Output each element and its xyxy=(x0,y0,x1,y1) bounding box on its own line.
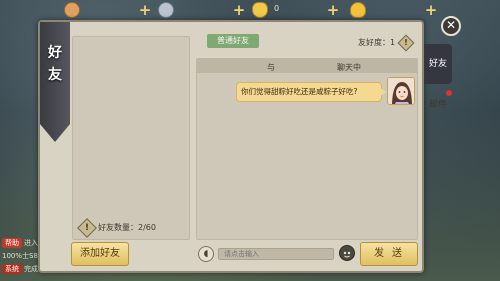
currency-copper: + xyxy=(64,2,154,18)
chat-line-3: 完成 xyxy=(24,265,38,273)
gold-amount: 0 xyxy=(274,4,280,13)
emoji-icon xyxy=(343,251,351,258)
friend-count-text: 好友数量：2/60 xyxy=(98,222,156,233)
chat-channel-help: 帮助 xyxy=(2,238,22,248)
chat-status-label: 聊天中 xyxy=(337,63,361,72)
send-button[interactable]: 发送 xyxy=(360,242,418,266)
currency-gold: 0 + xyxy=(252,2,342,18)
close-button[interactable]: ✕ xyxy=(441,16,461,36)
currency-bar: + + 0 + + xyxy=(60,0,500,22)
friends-panel: 好友 ! 好友数量：2/60 添加好友 普通好友 友好度：1 ! 与 聊天中 你… xyxy=(38,20,424,273)
message-bubble: 你们觉得甜粽好吃还是咸粽子好吃? xyxy=(236,82,382,102)
yuanbao-icon xyxy=(350,2,366,18)
chat-partner-name xyxy=(283,62,327,70)
favor-text: 友好度：1 xyxy=(358,37,395,48)
left-hud: 帮助 进入 100%士S8/B 系统 完成 xyxy=(0,30,45,281)
gold-ingot-icon xyxy=(252,2,268,18)
friend-count-label: 好友数量： xyxy=(98,223,138,232)
add-copper-button[interactable]: + xyxy=(138,2,152,18)
bubble-tail xyxy=(380,88,386,96)
currency-yuanbao: + xyxy=(350,2,440,18)
chat-channel-system: 系统 xyxy=(2,264,22,274)
mail-notification-dot xyxy=(446,90,452,96)
copper-coin-icon xyxy=(64,2,80,18)
silver-coin-icon xyxy=(158,2,174,18)
add-silver-button[interactable]: + xyxy=(232,2,246,18)
friend-list[interactable] xyxy=(72,36,190,240)
emoji-button[interactable] xyxy=(339,245,355,261)
add-yuanbao-button[interactable]: + xyxy=(424,2,438,18)
add-friend-button[interactable]: 添加好友 xyxy=(71,242,129,266)
chat-with-label: 与 xyxy=(267,63,275,72)
chat-input[interactable] xyxy=(218,248,334,260)
panel-tabs: 好友 邮件 xyxy=(424,34,454,234)
friend-type-tag: 普通好友 xyxy=(207,34,259,48)
chat-line-1: 进入 xyxy=(24,239,38,247)
favor-info-icon[interactable]: ! xyxy=(397,34,415,52)
panel-title: 好友 xyxy=(48,45,62,83)
voice-input-button[interactable]: ◖ xyxy=(198,246,214,262)
favor-value: 1 xyxy=(390,38,396,47)
currency-silver: + xyxy=(158,2,248,18)
avatar[interactable] xyxy=(387,77,415,105)
tab-friends[interactable]: 好友 xyxy=(424,44,452,84)
voice-icon: ◖ xyxy=(203,249,209,259)
friend-count-value: 2/60 xyxy=(138,223,156,232)
add-gold-button[interactable]: + xyxy=(326,2,340,18)
favor-label: 友好度： xyxy=(358,38,390,47)
chat-header: 与 聊天中 xyxy=(197,59,417,73)
